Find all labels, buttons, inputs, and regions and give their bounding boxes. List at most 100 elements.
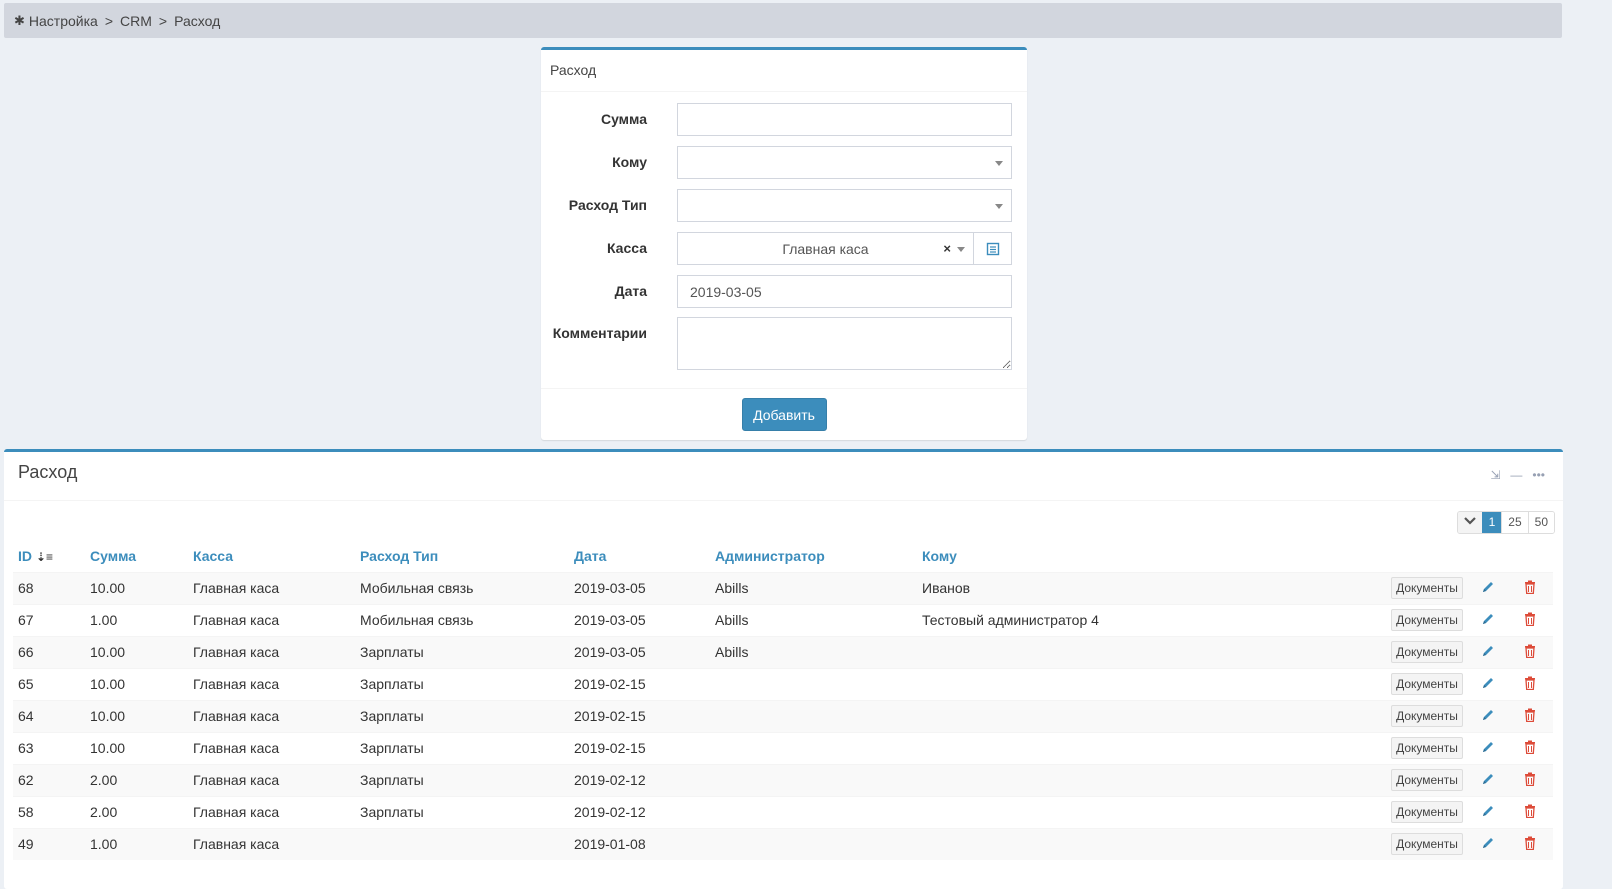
export-icon[interactable]: ⇲ (1490, 468, 1500, 482)
breadcrumb-item-crm[interactable]: CRM (120, 13, 152, 29)
breadcrumb-item-settings[interactable]: Настройка (29, 13, 98, 29)
column-header-type[interactable]: Расход Тип (355, 540, 569, 573)
delete-icon[interactable] (1524, 612, 1536, 629)
box-tools: ⇲ — ••• (1490, 468, 1545, 482)
breadcrumb: ✱ Настройка > CRM > Расход (4, 3, 1562, 38)
column-header-admin[interactable]: Администратор (710, 540, 917, 573)
breadcrumb-item-expense: Расход (174, 12, 221, 29)
table-row: 66 10.00 Главная каса Зарплаты 2019-03-05 Abi… (13, 635, 1553, 668)
documents-button[interactable]: Документы (1391, 737, 1463, 759)
page-size-option[interactable]: 25 (1501, 512, 1528, 533)
delete-icon[interactable] (1524, 644, 1536, 661)
delete-icon[interactable] (1524, 580, 1536, 597)
expense-form-box: Расход Сумма Кому Расход Тип Касса Главн… (541, 47, 1027, 440)
cell-type: Мобильная связь (355, 571, 569, 604)
cell-amount: 2.00 (85, 795, 188, 828)
clear-icon[interactable]: × (943, 239, 951, 259)
table-header-row: ID ⇣≡ Сумма Касса Расход Тип Дата Админи… (13, 540, 1553, 573)
to-select[interactable] (677, 146, 1012, 179)
edit-icon[interactable] (1481, 773, 1495, 789)
cell-type (355, 827, 569, 860)
edit-icon[interactable] (1481, 805, 1495, 821)
chevron-down-icon (957, 247, 965, 252)
cell-date: 2019-01-08 (569, 827, 710, 860)
cell-amount: 10.00 (85, 667, 188, 700)
more-icon[interactable]: ••• (1532, 468, 1545, 482)
date-input[interactable] (677, 275, 1012, 308)
cell-cashbox: Главная каса (188, 827, 355, 860)
cell-admin (710, 667, 917, 700)
edit-icon[interactable] (1481, 837, 1495, 853)
form-footer: Добавить (541, 388, 1027, 440)
documents-button[interactable]: Документы (1391, 673, 1463, 695)
delete-icon[interactable] (1524, 836, 1536, 853)
amount-label: Сумма (600, 111, 647, 127)
cell-date: 2019-02-15 (569, 731, 710, 764)
cashbox-list-button[interactable] (974, 232, 1012, 265)
divider (4, 500, 1563, 501)
cell-admin (710, 763, 917, 796)
documents-button[interactable]: Документы (1391, 833, 1463, 856)
edit-icon[interactable] (1481, 613, 1495, 629)
cell-date: 2019-03-05 (569, 571, 710, 604)
cashbox-select[interactable]: Главная каса × (677, 232, 974, 265)
cell-id: 65 (13, 667, 85, 700)
documents-button[interactable]: Документы (1391, 641, 1463, 663)
cell-amount: 10.00 (85, 635, 188, 668)
cell-to (917, 731, 1385, 764)
cell-type: Зарплаты (355, 795, 569, 828)
edit-icon[interactable] (1481, 677, 1495, 693)
date-label: Дата (614, 283, 647, 299)
cell-admin: Abills (710, 635, 917, 668)
cell-cashbox: Главная каса (188, 699, 355, 732)
delete-icon[interactable] (1524, 804, 1536, 821)
expense-table: ID ⇣≡ Сумма Касса Расход Тип Дата Админи… (13, 540, 1553, 860)
cell-admin (710, 699, 917, 732)
form-title: Расход (541, 50, 1027, 92)
cell-to (917, 827, 1385, 860)
cell-id: 64 (13, 699, 85, 732)
cell-date: 2019-03-05 (569, 635, 710, 668)
expense-type-select[interactable] (677, 189, 1012, 222)
cell-admin (710, 827, 917, 860)
documents-button[interactable]: Документы (1391, 769, 1463, 791)
amount-input[interactable] (677, 103, 1012, 136)
table-row: 68 10.00 Главная каса Мобильная связь 2019-0… (13, 571, 1553, 604)
column-header-to[interactable]: Кому (917, 540, 1385, 573)
column-header-date[interactable]: Дата (569, 540, 710, 573)
documents-button[interactable]: Документы (1391, 801, 1463, 823)
delete-icon[interactable] (1524, 708, 1536, 725)
edit-icon[interactable] (1481, 645, 1495, 661)
delete-icon[interactable] (1524, 740, 1536, 757)
cell-to (917, 667, 1385, 700)
cell-admin: Abills (710, 571, 917, 604)
edit-icon[interactable] (1481, 741, 1495, 757)
add-button[interactable]: Добавить (741, 398, 827, 431)
documents-button[interactable]: Документы (1391, 609, 1463, 631)
cashbox-select-value: Главная каса (782, 241, 869, 257)
page-size-option[interactable]: 50 (1527, 512, 1554, 533)
minimize-icon[interactable]: — (1510, 468, 1522, 482)
documents-button[interactable]: Документы (1391, 705, 1463, 727)
column-header-amount[interactable]: Сумма (85, 540, 188, 573)
cell-type: Мобильная связь (355, 603, 569, 636)
delete-icon[interactable] (1524, 772, 1536, 789)
column-header-id[interactable]: ID ⇣≡ (13, 540, 85, 573)
edit-icon[interactable] (1481, 581, 1495, 597)
breadcrumb-separator: > (158, 12, 168, 29)
cell-cashbox: Главная каса (188, 795, 355, 828)
cell-type: Зарплаты (355, 667, 569, 700)
comment-label: Комментарии (552, 325, 647, 341)
cell-id: 66 (13, 635, 85, 668)
edit-icon[interactable] (1481, 709, 1495, 725)
cell-to (917, 635, 1385, 668)
delete-icon[interactable] (1524, 676, 1536, 693)
page-size-option[interactable]: 1 (1481, 512, 1502, 533)
documents-button[interactable]: Документы (1391, 577, 1463, 599)
cell-cashbox: Главная каса (188, 571, 355, 604)
chevron-down-icon[interactable] (1457, 512, 1482, 533)
comment-textarea[interactable] (677, 317, 1012, 370)
column-header-cashbox[interactable]: Касса (188, 540, 355, 573)
cell-to (917, 763, 1385, 796)
cell-amount: 1.00 (85, 603, 188, 636)
